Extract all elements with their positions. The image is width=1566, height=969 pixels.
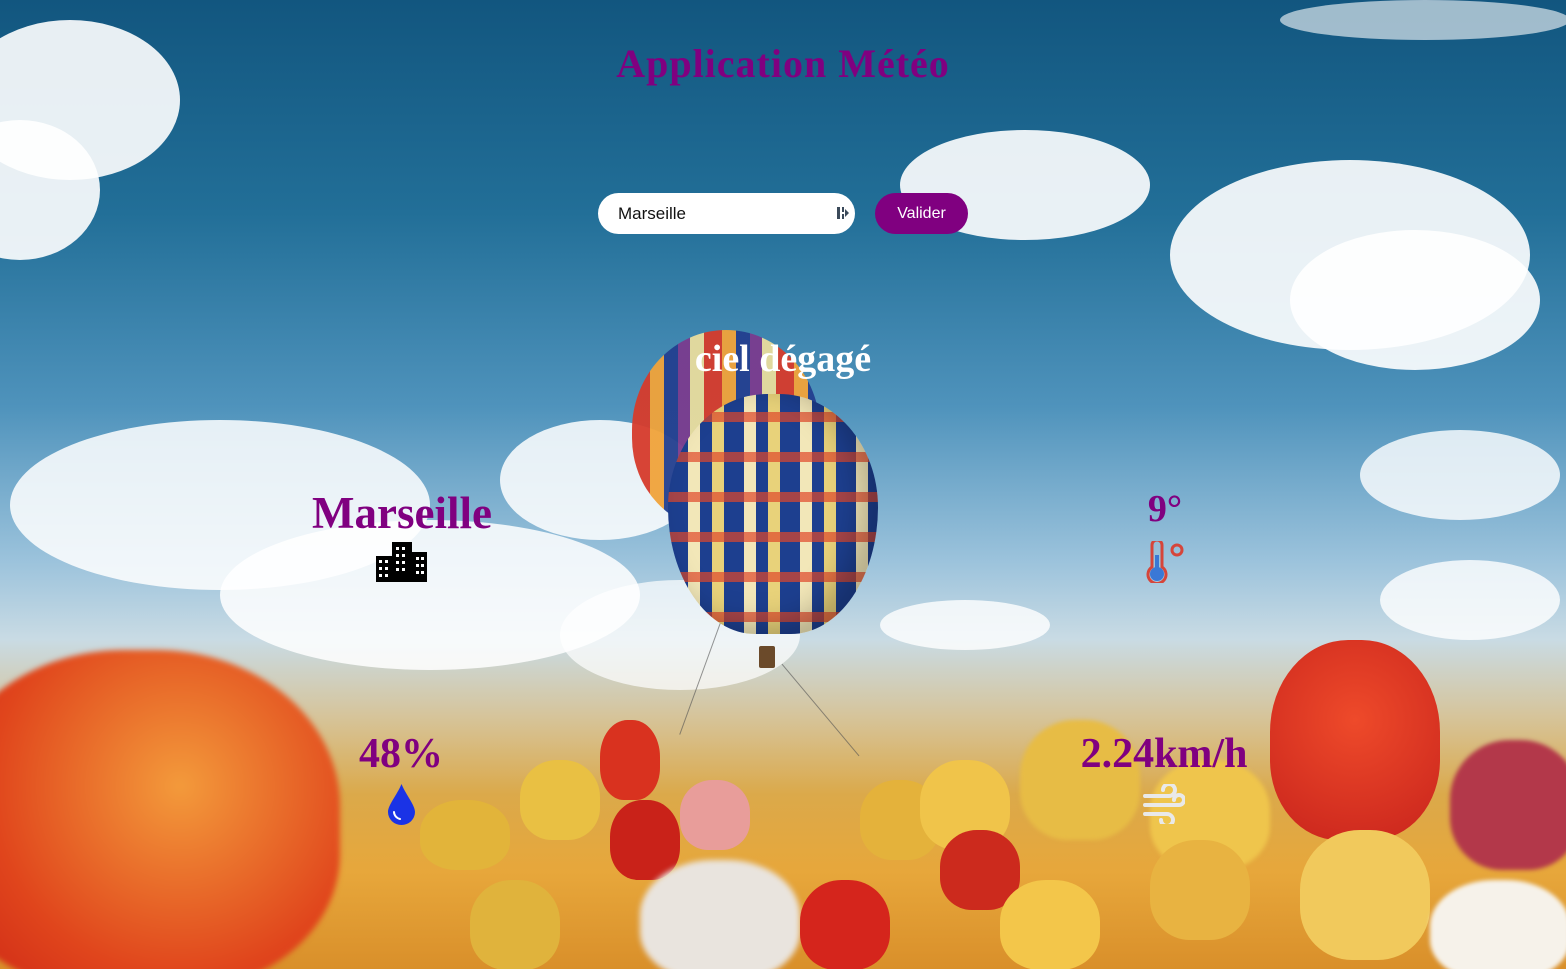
wind-icon [1143,784,1185,824]
weather-description: ciel dégagé [694,338,872,380]
balloon-basket [759,646,775,668]
background-image [0,0,1566,969]
balloon-front [668,394,878,634]
city-buildings-icon [376,542,427,582]
temperature-value: 9° [1147,488,1183,530]
wind-speed-value: 2.24km/h [1080,731,1248,777]
app-title: Application Météo [616,41,950,86]
validate-button[interactable]: Valider [875,193,968,234]
humidity-value: 48% [359,731,443,777]
water-drop-icon [388,784,415,825]
thermometer-icon [1146,541,1184,583]
city-name: Marseille [312,488,492,538]
password-manager-icon[interactable] [836,205,850,221]
city-search-input[interactable] [598,193,855,234]
